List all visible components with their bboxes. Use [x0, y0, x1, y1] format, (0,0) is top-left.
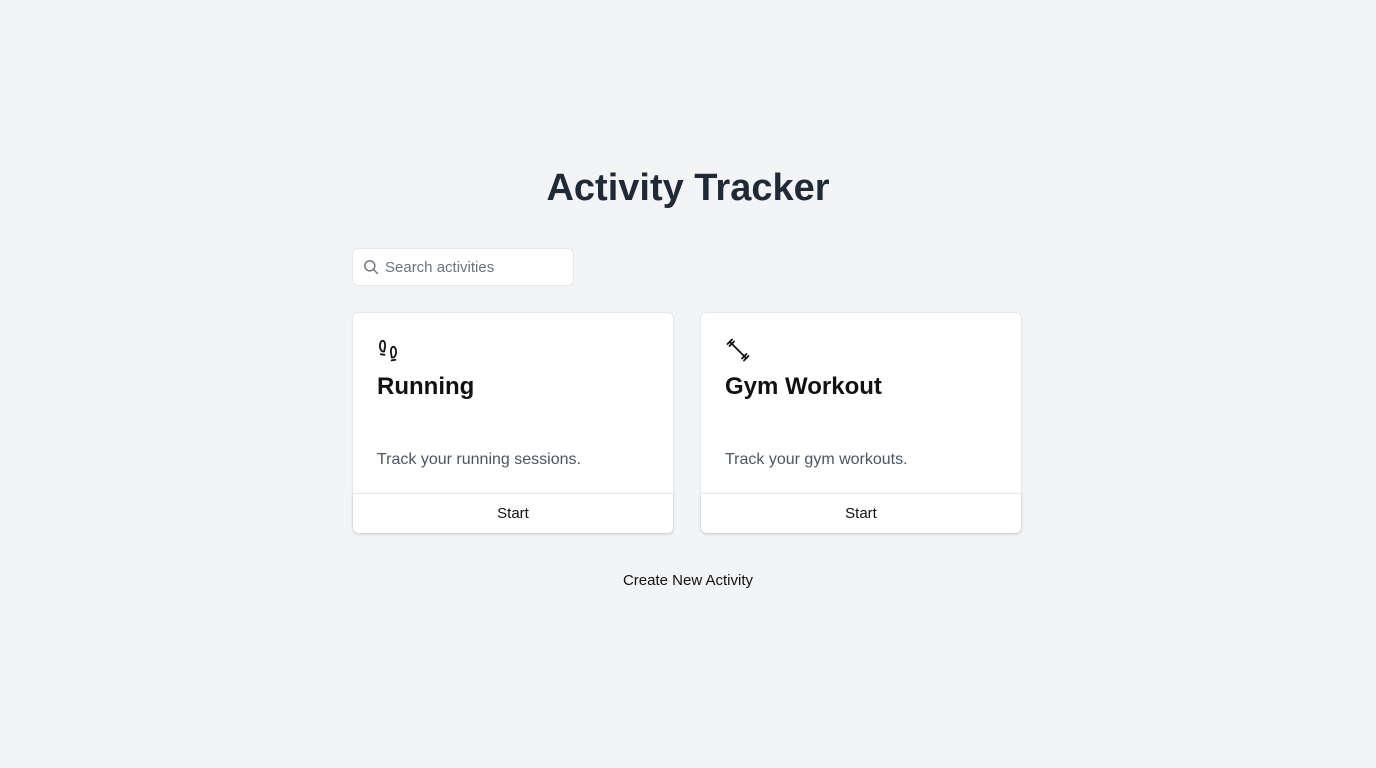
search-icon: [364, 260, 379, 275]
footprints-icon: [379, 339, 397, 362]
activity-description: Track your gym workouts.: [725, 451, 908, 468]
activity-card-running: Running Track your running sessions. Sta…: [352, 312, 674, 534]
start-gym-workout-button[interactable]: Start: [701, 493, 1021, 533]
activity-title: Gym Workout: [725, 373, 882, 400]
create-new-activity-button[interactable]: Create New Activity: [588, 566, 788, 594]
activity-card-gym-workout: Gym Workout Track your gym workouts. Sta…: [700, 312, 1022, 534]
search-box[interactable]: [352, 248, 574, 286]
start-running-button[interactable]: Start: [353, 493, 673, 533]
dumbbell-icon: [726, 338, 750, 362]
activity-description: Track your running sessions.: [377, 451, 581, 468]
activity-title: Running: [377, 373, 475, 400]
page-title: Activity Tracker: [546, 167, 830, 209]
search-input[interactable]: [385, 249, 565, 285]
activity-tracker-page: Activity Tracker Running Track your runn…: [0, 0, 1376, 768]
